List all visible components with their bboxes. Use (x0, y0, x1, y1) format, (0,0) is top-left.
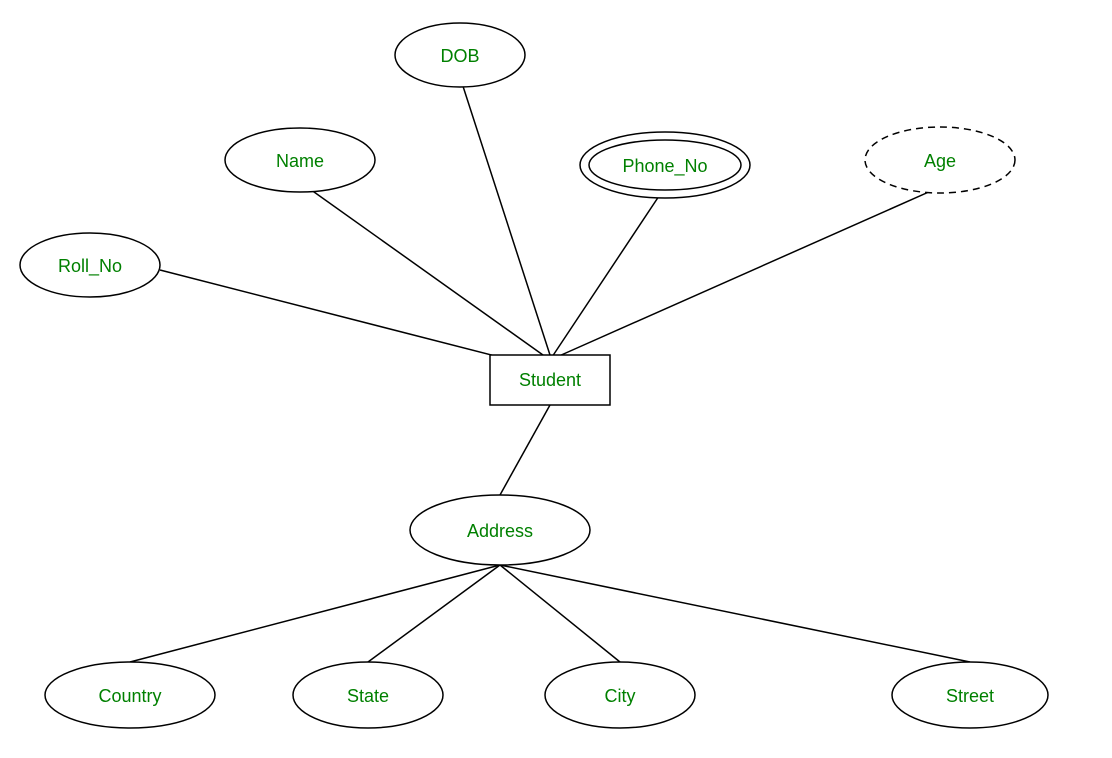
street-label: Street (946, 686, 994, 706)
line-student-age (550, 187, 940, 360)
rollno-label: Roll_No (58, 256, 122, 277)
city-label: City (605, 686, 636, 706)
phone-label: Phone_No (622, 156, 707, 177)
line-student-address (500, 405, 550, 495)
line-address-city (500, 565, 620, 662)
student-label: Student (519, 370, 581, 390)
dob-label: DOB (440, 46, 479, 66)
address-label: Address (467, 521, 533, 541)
line-address-state (368, 565, 500, 662)
state-label: State (347, 686, 389, 706)
name-label: Name (276, 151, 324, 171)
country-label: Country (98, 686, 161, 706)
line-student-name (300, 182, 550, 360)
line-student-dob (460, 77, 550, 355)
age-label: Age (924, 151, 956, 171)
line-address-street (500, 565, 970, 662)
line-address-country (130, 565, 500, 662)
